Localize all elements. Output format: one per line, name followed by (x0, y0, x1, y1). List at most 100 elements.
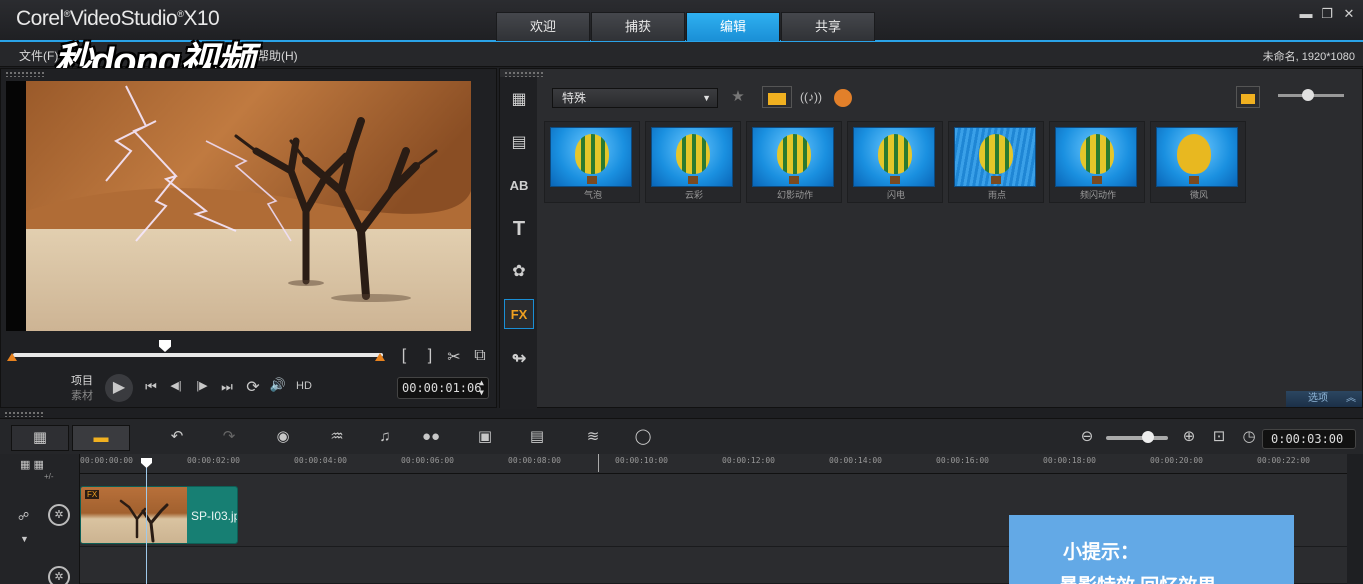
home-icon[interactable]: ⏮ (141, 379, 161, 395)
ruler-label: 00:00:14:00 (829, 456, 882, 465)
trim-start-marker[interactable] (7, 353, 17, 361)
enlarge-preview-icon[interactable]: ⧉ (471, 347, 489, 365)
filter-category-dropdown[interactable]: 特殊 ▼ (552, 88, 718, 108)
filter-label: 气泡 (583, 190, 602, 200)
tab-capture[interactable]: 捕获 (591, 12, 685, 41)
storyboard-view-icon[interactable]: ▦ (11, 425, 69, 451)
filter-thumbnail-ghost-motion[interactable]: 幻影动作 (746, 121, 842, 203)
subtitle-editor-icon[interactable]: ▣ (470, 425, 500, 449)
tip-text: 暴影特效 回忆效果 (1059, 571, 1216, 584)
trim-end-marker[interactable] (375, 353, 385, 361)
thumbnail-view-icon[interactable] (1236, 86, 1260, 108)
get-more-content-icon[interactable] (832, 86, 854, 108)
filter-label: 闪电 (886, 190, 905, 200)
filter-thumbnail-rain[interactable]: 雨点 (948, 121, 1044, 203)
thumbnail-size-knob[interactable] (1302, 89, 1314, 101)
title-icon[interactable]: T (504, 214, 534, 244)
tab-welcome[interactable]: 欢迎 (496, 12, 590, 41)
filter-thumbnail-lightning[interactable]: 闪电 (847, 121, 943, 203)
preview-timecode[interactable]: 00:00:01:06 ▲ ▼ (397, 377, 489, 399)
path-icon[interactable]: ↬ (504, 343, 534, 373)
fit-project-icon[interactable]: ⊡ (1204, 425, 1234, 449)
filter-preview-image (1055, 127, 1137, 187)
close-icon[interactable]: ✕ (1340, 6, 1358, 22)
tab-edit[interactable]: 编辑 (686, 12, 780, 41)
tip-title: 小提示： (1063, 542, 1140, 563)
overlay-track-icon[interactable]: ✲ (48, 566, 70, 584)
mode-project-label[interactable]: 项目 (71, 374, 93, 389)
transition-icon[interactable]: AB (504, 171, 534, 201)
filter-label: 幻影动作 (776, 190, 813, 200)
track-manager-icon[interactable]: ▦ ▦ (20, 458, 44, 471)
auto-music-icon[interactable]: ♫ (370, 425, 400, 449)
mark-out-button[interactable]: ] (423, 347, 437, 365)
restore-icon[interactable]: ❐ (1318, 6, 1336, 22)
panel-grip[interactable] (5, 71, 45, 77)
ruler-label: 00:00:10:00 (615, 456, 668, 465)
ruler-label: 00:00:08:00 (508, 456, 561, 465)
repeat-icon[interactable]: ⟳ (243, 377, 263, 397)
filter-thumbnail-cloud[interactable]: 云彩 (645, 121, 741, 203)
filter-thumbnail-wind[interactable]: 微风 (1150, 121, 1246, 203)
preview-frame-image (6, 81, 471, 331)
timeline-zoom-slider[interactable] (1106, 436, 1168, 440)
timecode-spin-icon[interactable]: ▲ ▼ (479, 378, 484, 398)
record-capture-icon[interactable]: ◉ (268, 425, 298, 449)
end-icon[interactable]: ⏭ (217, 379, 237, 395)
ruler-label: 00:00:06:00 (401, 456, 454, 465)
add-remove-track-button[interactable]: +/- (44, 472, 54, 481)
library-sidebar: ▦ ▤ AB T ✿ FX ↬ (500, 77, 537, 409)
redo-icon[interactable]: ↷ (214, 425, 244, 449)
hd-preview-button[interactable]: HD (293, 380, 315, 392)
options-panel-toggle[interactable]: 选项 ︽ (1286, 391, 1362, 407)
menu-file[interactable]: 文件(F) (19, 47, 58, 64)
multi-camera-icon[interactable]: ▤ (522, 425, 552, 449)
play-mode-toggle[interactable]: 项目 素材 (71, 374, 93, 404)
mask-creator-icon[interactable]: ◯ (628, 425, 658, 449)
minimize-icon[interactable]: ▬ (1297, 6, 1315, 22)
filter-icon[interactable]: FX (504, 299, 534, 329)
volume-icon[interactable]: 🔊 (267, 377, 289, 393)
zoom-out-icon[interactable]: ⊖ (1072, 425, 1102, 449)
motion-tracking-icon[interactable]: ●● (416, 425, 446, 449)
video-track-icon[interactable]: ✲ (48, 504, 70, 526)
timeline-grip[interactable] (4, 411, 44, 417)
project-duration: 0:00:03:00 (1262, 429, 1356, 449)
video-track-toggle-icon[interactable]: ☍ (18, 510, 29, 523)
next-frame-icon[interactable]: |▶ (191, 379, 213, 392)
track-expand-icon[interactable]: ▼ (20, 534, 29, 544)
preview-scrub-bar[interactable] (13, 353, 383, 357)
playhead-line[interactable] (146, 458, 147, 584)
sound-mixer-icon[interactable]: ♒ (322, 425, 352, 449)
zoom-in-icon[interactable]: ⊕ (1174, 425, 1204, 449)
time-remapping-icon[interactable]: ≋ (578, 425, 608, 449)
split-clip-icon[interactable]: ✂ (445, 347, 463, 367)
undo-icon[interactable]: ↶ (162, 425, 192, 449)
filter-applied-badge: FX (85, 490, 100, 499)
filter-label: 微风 (1189, 190, 1208, 200)
timeline-ruler[interactable]: 00:00:00:00 00:00:02:00 00:00:04:00 00:0… (80, 454, 1347, 474)
media-icon[interactable]: ▦ (504, 85, 534, 115)
timeline-view-icon[interactable]: ▬ (72, 425, 130, 451)
previous-frame-icon[interactable]: ◀| (165, 379, 187, 392)
filter-preview-image (550, 127, 632, 187)
mark-in-button[interactable]: [ (397, 347, 411, 365)
tab-share[interactable]: 共享 (781, 12, 875, 41)
chevron-down-icon: ▼ (702, 93, 711, 103)
show-video-filter-icon[interactable] (762, 86, 792, 108)
timeline-clip[interactable]: FX SP-I03.jp (80, 486, 238, 544)
filter-preview-image (1156, 127, 1238, 187)
filter-thumbnail-strobe-motion[interactable]: 频闪动作 (1049, 121, 1145, 203)
show-audio-filter-icon[interactable]: ((♪)) (798, 86, 824, 108)
graphic-icon[interactable]: ✿ (504, 257, 534, 287)
preview-scrubber-knob[interactable] (159, 340, 171, 352)
mode-clip-label[interactable]: 素材 (71, 389, 93, 404)
menu-help[interactable]: 帮助(H) (257, 47, 298, 64)
add-favorite-icon[interactable]: ★ (726, 86, 750, 108)
timeline-zoom-knob[interactable] (1142, 431, 1154, 443)
ruler-label: 00:00:12:00 (722, 456, 775, 465)
tip-overlay: 小提示： 暴影特效 回忆效果 (1009, 515, 1294, 584)
instant-project-icon[interactable]: ▤ (504, 128, 534, 158)
filter-thumbnail-bubble[interactable]: 气泡 (544, 121, 640, 203)
play-icon[interactable]: ▶ (105, 374, 133, 402)
